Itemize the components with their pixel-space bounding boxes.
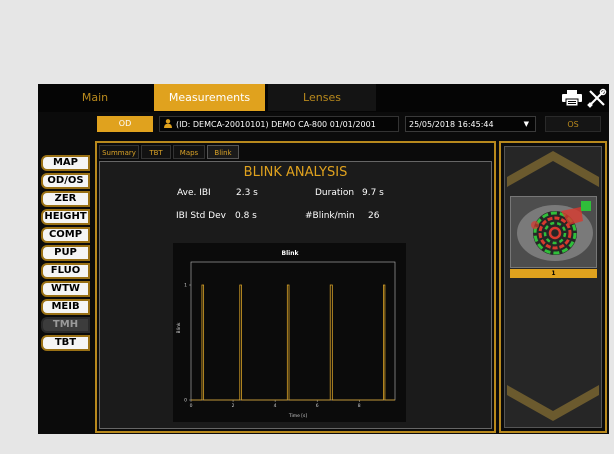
duration-value: 9.7 s	[362, 188, 384, 198]
subtab-maps[interactable]: Maps	[173, 145, 205, 159]
y-tick-label-0: 0	[184, 398, 187, 404]
thumbnail-image	[511, 197, 596, 267]
menu-item-tmh: TMH	[41, 317, 90, 333]
menu-item-pup[interactable]: PUP	[41, 245, 90, 261]
menu-item-comp[interactable]: COMP	[41, 227, 90, 243]
subtab-summary[interactable]: Summary	[99, 145, 139, 159]
menu-item-wtw[interactable]: WTW	[41, 281, 90, 297]
plot-area: 0 2 4 6 8 0 1	[184, 261, 396, 409]
tab-lenses[interactable]: Lenses	[268, 84, 376, 111]
thumbnail-label: 1	[510, 269, 597, 278]
menu-item-tbt[interactable]: TBT	[41, 335, 90, 351]
analysis-title: BLINK ANALYSIS	[243, 165, 348, 180]
menu-item-zer[interactable]: ZER	[41, 191, 90, 207]
menu-item-height[interactable]: HEIGHT	[41, 209, 90, 225]
person-icon	[164, 119, 172, 128]
blink-chart: Blink Blink Time [s] 0 2 4 6 8 0 1	[173, 243, 406, 422]
x-tick-label-4: 8	[358, 403, 361, 409]
y-tick-label-1: 1	[184, 283, 187, 289]
blinks-per-min-label: #Blink/min	[305, 211, 355, 221]
os-button[interactable]: OS	[545, 116, 601, 132]
tab-main[interactable]: Main	[38, 84, 152, 111]
image-panel: 1	[499, 141, 607, 433]
blink-analysis-content: BLINK ANALYSIS Ave. IBI 2.3 s Duration 9…	[99, 161, 492, 429]
menu-item-meib[interactable]: MEIB	[41, 299, 90, 315]
eye-selector-row: OD (ID: DEMCA-20010101) DEMO CA-800 01/0…	[38, 112, 609, 136]
patient-label: (ID: DEMCA-20010101) DEMO CA-800 01/01/2…	[176, 120, 376, 129]
meibography-thumbnail[interactable]	[510, 196, 597, 268]
exam-date-dropdown[interactable]: 25/05/2018 16:45:44 ▼	[405, 116, 536, 132]
x-tick-label-0: 0	[190, 403, 193, 409]
tab-measurements[interactable]: Measurements	[154, 84, 265, 111]
printer-icon[interactable]	[562, 90, 582, 106]
ave-ibi-value: 2.3 s	[236, 188, 258, 198]
subtab-tbt[interactable]: TBT	[141, 145, 171, 159]
blinks-per-min-value: 26	[368, 211, 380, 221]
chart-title: Blink	[282, 250, 300, 257]
ibi-std-value: 0.8 s	[235, 211, 257, 221]
menu-item-map[interactable]: MAP	[41, 155, 90, 171]
blink-chart-svg: Blink Blink Time [s] 0 2 4 6 8 0 1	[176, 250, 396, 419]
ibi-std-label: IBI Std Dev	[176, 211, 226, 221]
analysis-panel: Summary TBT Maps Blink BLINK ANALYSIS Av…	[95, 141, 496, 433]
blink-signal-line	[191, 284, 395, 401]
duration-label: Duration	[315, 188, 355, 198]
x-tick-label-2: 4	[274, 403, 277, 409]
menu-item-fluo[interactable]: FLUO	[41, 263, 90, 279]
subtab-blink[interactable]: Blink	[207, 145, 239, 159]
y-axis-label: Blink	[176, 322, 182, 333]
x-tick-label-3: 6	[316, 403, 319, 409]
menu-item-od-os[interactable]: OD/OS	[41, 173, 90, 189]
plot-frame	[190, 261, 396, 401]
ave-ibi-label: Ave. IBI	[177, 188, 211, 198]
dropdown-arrow-icon: ▼	[523, 120, 529, 128]
patient-selector[interactable]: (ID: DEMCA-20010101) DEMO CA-800 01/01/2…	[159, 116, 399, 132]
image-strip: 1	[504, 146, 602, 428]
scroll-up-icon[interactable]	[507, 151, 599, 187]
exam-date-value: 25/05/2018 16:45:44	[409, 120, 494, 129]
od-button[interactable]: OD	[97, 116, 153, 132]
app-window: Main Measurements Lenses OD (ID: DEMCA-2…	[38, 84, 609, 434]
x-axis-label: Time [s]	[288, 413, 308, 419]
top-bar: Main Measurements Lenses	[38, 84, 609, 112]
x-tick-label-1: 2	[232, 403, 235, 409]
scroll-down-icon[interactable]	[507, 385, 599, 421]
tools-icon[interactable]	[587, 88, 607, 108]
